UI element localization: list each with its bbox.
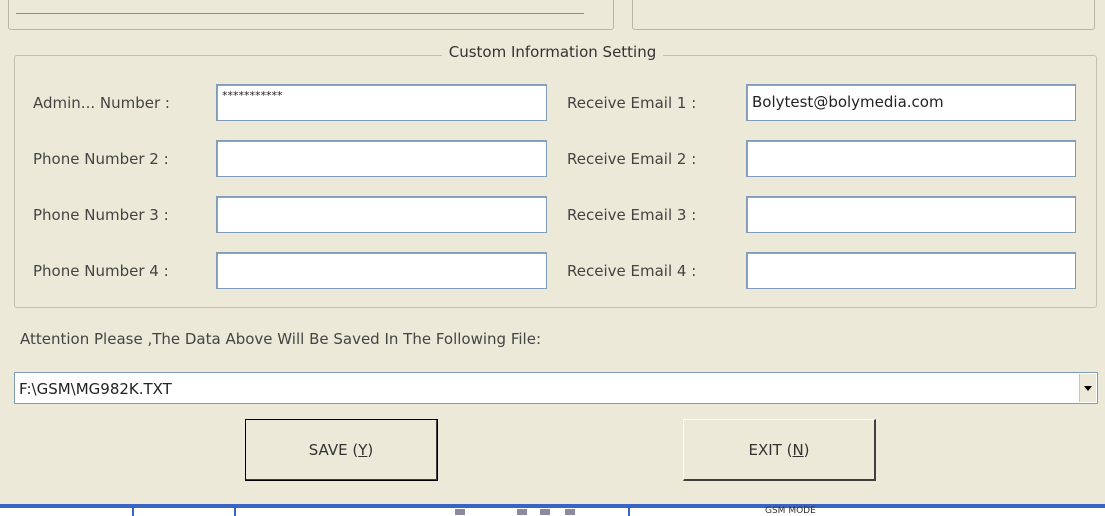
receive-email-4-field[interactable]	[746, 252, 1076, 289]
taskbar-item-label[interactable]: GSM MODE	[765, 506, 816, 516]
taskbar-app-icon[interactable]	[565, 509, 575, 515]
save-hotkey: Y	[358, 440, 368, 459]
phone-number-3-field[interactable]	[216, 196, 547, 233]
taskbar-app-icon[interactable]	[540, 509, 550, 515]
attention-text: Attention Please ,The Data Above Will Be…	[20, 330, 541, 348]
phone-number-2-field[interactable]	[216, 140, 547, 177]
exit-button-close: )	[803, 440, 810, 459]
taskbar-divider	[132, 508, 134, 516]
receive-email-2-label: Receive Email 2 :	[567, 150, 697, 168]
receive-email-1-field[interactable]: Bolytest@bolymedia.com	[746, 84, 1076, 121]
taskbar-divider	[628, 508, 630, 516]
taskbar-app-icon[interactable]	[517, 509, 527, 515]
phone-number-3-label: Phone Number 3 :	[33, 206, 169, 224]
upper-group-right	[632, 0, 1095, 30]
save-button-close: )	[367, 440, 374, 459]
phone-number-4-field[interactable]	[216, 252, 547, 289]
exit-hotkey: N	[792, 440, 804, 459]
save-button[interactable]: SAVE (Y)	[245, 419, 438, 481]
taskbar-divider	[234, 508, 236, 516]
receive-email-3-label: Receive Email 3 :	[567, 206, 697, 224]
admin-number-field[interactable]: ***********	[216, 84, 547, 121]
admin-number-label: Admin... Number :	[33, 94, 170, 112]
save-button-text: SAVE (	[308, 440, 359, 459]
exit-button-text: EXIT (	[748, 440, 793, 459]
receive-email-2-field[interactable]	[746, 140, 1076, 177]
upper-field-left	[16, 0, 584, 14]
phone-number-2-label: Phone Number 2 :	[33, 150, 169, 168]
taskbar-app-icon[interactable]	[455, 509, 465, 515]
phone-number-4-label: Phone Number 4 :	[33, 262, 169, 280]
exit-button[interactable]: EXIT (N)	[683, 419, 876, 481]
dropdown-button[interactable]	[1079, 374, 1096, 402]
file-path-value: F:\GSM\MG982K.TXT	[19, 380, 172, 398]
taskbar-stripe	[0, 504, 1105, 508]
chevron-down-icon	[1084, 385, 1092, 391]
receive-email-4-label: Receive Email 4 :	[567, 262, 697, 280]
receive-email-1-label: Receive Email 1 :	[567, 94, 697, 112]
file-path-select[interactable]: F:\GSM\MG982K.TXT	[14, 372, 1098, 404]
receive-email-3-field[interactable]	[746, 196, 1076, 233]
